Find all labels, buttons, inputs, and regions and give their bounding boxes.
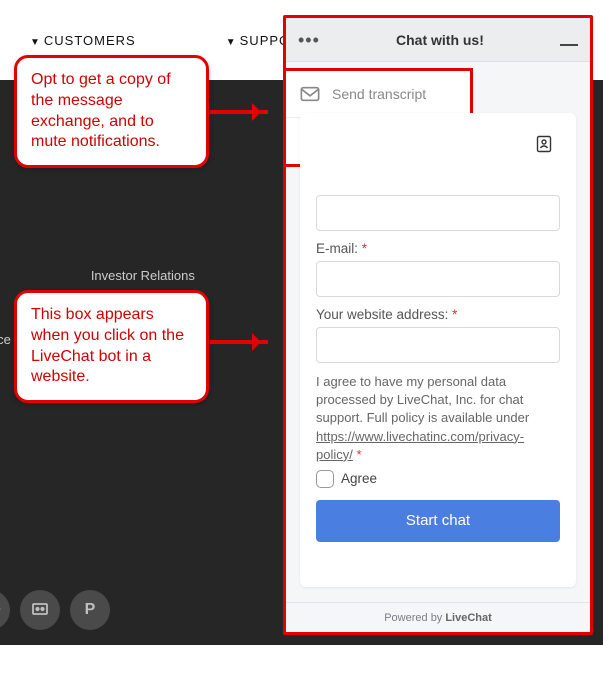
consent-text: I agree to have my personal data process… <box>316 373 560 464</box>
annotation-arrow-2 <box>210 340 268 344</box>
chat-title: Chat with us! <box>320 32 560 48</box>
name-input[interactable] <box>316 195 560 231</box>
social-label: DIA <box>0 560 110 572</box>
annotation-callout-1: Opt to get a copy of the message exchang… <box>14 55 209 168</box>
annotation-callout-2: This box appears when you click on the L… <box>14 290 209 403</box>
contact-card-icon <box>536 135 552 153</box>
footer-link[interactable]: s <box>0 292 11 324</box>
annotation-arrow-1 <box>210 110 268 114</box>
website-label: Your website address: * <box>316 307 560 322</box>
producthunt-icon[interactable]: P <box>70 590 110 630</box>
email-input[interactable] <box>316 261 560 297</box>
footer-link[interactable]: ta <box>0 388 11 420</box>
menu-dots-icon[interactable]: ••• <box>298 35 320 45</box>
footer-link[interactable]: evelopers <box>0 356 11 388</box>
chat-header: ••• Chat with us! <box>286 18 590 62</box>
chat-form: E-mail: * Your website address: * I agre… <box>300 113 576 587</box>
social-section: DIA G+ P <box>0 560 110 630</box>
footer-link[interactable]: Marketplace <box>0 324 11 356</box>
envelope-icon <box>300 85 320 103</box>
chat-widget: ••• Chat with us! Send transcript Mute E… <box>283 15 593 635</box>
start-chat-button[interactable]: Start chat <box>316 500 560 542</box>
privacy-link[interactable]: https://www.livechatinc.com/privacy-poli… <box>316 429 524 462</box>
website-input[interactable] <box>316 327 560 363</box>
googleplus-icon[interactable]: G+ <box>0 590 10 630</box>
footer-link[interactable]: ity <box>0 260 11 292</box>
agree-checkbox[interactable] <box>316 470 334 488</box>
nav-customers[interactable]: ▼CUSTOMERS <box>30 33 136 48</box>
email-label: E-mail: * <box>316 241 560 256</box>
agree-label: Agree <box>341 471 377 486</box>
slideshare-icon[interactable] <box>20 590 60 630</box>
footer-link[interactable]: Investor Relations <box>91 260 195 292</box>
minimize-button[interactable] <box>560 44 578 46</box>
powered-by[interactable]: Powered byLiveChat <box>286 602 590 632</box>
menu-send-transcript[interactable]: Send transcript <box>286 71 470 117</box>
